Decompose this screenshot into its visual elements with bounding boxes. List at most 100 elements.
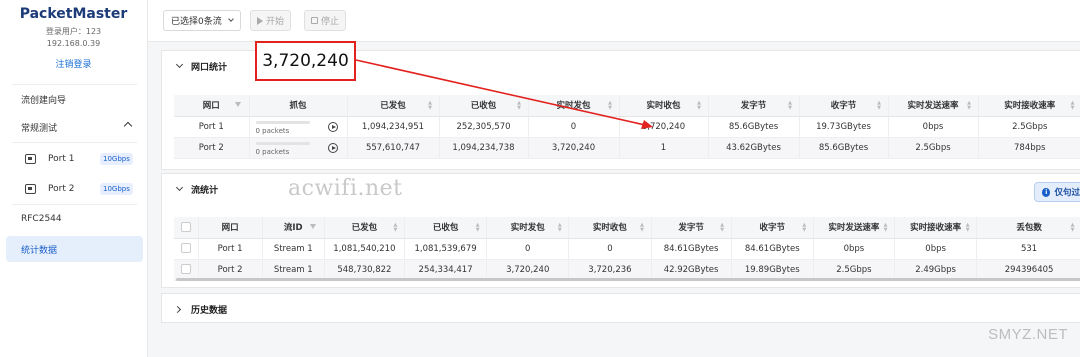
sort-icon[interactable]: ▲ ▼ [877, 101, 882, 111]
start-button[interactable]: 开始 [250, 10, 292, 31]
sort-icon[interactable]: ▲ ▼ [428, 101, 433, 111]
logout-link[interactable]: 注销登录 [0, 57, 147, 70]
col-header-rx-rate[interactable]: 实时接收速率 ▲ ▼ [977, 95, 1080, 117]
table-row[interactable]: Port 2 0 packets 557,610,747 1,094,234,7… [174, 137, 1080, 159]
sidebar-item-label: 流创建向导 [21, 95, 67, 106]
col-header-rt-recv[interactable]: 实时收包 ▲ ▼ [568, 217, 651, 239]
sort-icon[interactable]: ▲ ▼ [557, 223, 562, 233]
sort-icon[interactable]: ▲ ▼ [697, 101, 702, 111]
sort-icon[interactable]: ▲ ▼ [720, 223, 725, 233]
table-row[interactable]: Port 2 Stream 1 548,730,822 254,334,417 … [174, 259, 1080, 281]
sort-icon[interactable]: ▲ ▼ [475, 223, 480, 233]
col-header-received[interactable]: 已收包 ▲ ▼ [403, 217, 487, 239]
col-header-sent[interactable]: 已发包 ▲ ▼ [346, 95, 439, 117]
cell-tx-bytes: 42.92GBytes [650, 259, 732, 281]
sidebar-item-label: 统计数据 [21, 245, 58, 256]
col-header-rt-recv[interactable]: 实时收包 ▲ ▼ [618, 95, 708, 117]
speed-badge: 10Gbps [100, 183, 133, 195]
sort-icon[interactable]: ▲ ▼ [883, 223, 888, 233]
play-icon [257, 16, 263, 25]
cell-lost: 531 [976, 238, 1080, 260]
speed-badge: 10Gbps [100, 153, 133, 165]
cell-received: 1,081,539,679 [403, 238, 487, 260]
filter-icon[interactable] [309, 224, 316, 229]
play-capture-icon[interactable] [327, 142, 338, 153]
stop-button[interactable]: 停止 [304, 10, 347, 31]
cell-flow-id: Stream 1 [261, 238, 325, 260]
sort-icon[interactable]: ▲ ▼ [517, 101, 522, 111]
sort-icon[interactable]: ▲ ▼ [640, 223, 645, 233]
sort-icon[interactable]: ▲ ▼ [393, 223, 398, 233]
chevron-down-icon [175, 183, 184, 192]
col-header-rt-sent[interactable]: 实时发包 ▲ ▼ [527, 95, 619, 117]
horizontal-scrollbar[interactable] [176, 278, 1080, 281]
row-checkbox[interactable] [174, 259, 199, 281]
col-header-rx-bytes[interactable]: 收字节 ▲ ▼ [730, 217, 814, 239]
sort-icon[interactable]: ▲ ▼ [965, 223, 970, 233]
sidebar-item-rfc2544[interactable]: RFC2544 [0, 206, 148, 232]
app-root: PacketMaster 登录用户：123 192.168.0.39 注销登录 … [0, 0, 1080, 357]
cell-port: Port 2 [197, 259, 263, 281]
cell-capture: 0 packets [248, 137, 347, 159]
only-filter-button[interactable]: i 仅句过 [1034, 182, 1080, 202]
brand-logo: PacketMaster [19, 6, 128, 22]
sidebar-item-port-2[interactable]: Port 2 10Gbps [0, 176, 148, 202]
sort-icon[interactable]: ▲ ▼ [967, 101, 972, 111]
cell-sent: 1,081,540,210 [323, 238, 405, 260]
sort-icon[interactable]: ▲ ▼ [1070, 101, 1075, 111]
col-header-sent[interactable]: 已发包 ▲ ▼ [323, 217, 405, 239]
cell-tx-rate: 0bps [887, 116, 978, 138]
table-header-row: 网口 流ID 已发包 ▲ ▼ 已收包 ▲ ▼ 实时发包 ▲ ▼ 实时收包 ▲ ▼ 发字节 ▲ ▼ 收… [174, 217, 1080, 239]
sidebar-item-wizard[interactable]: 流创建向导 [0, 86, 148, 112]
cell-tx-rate: 2.5Gbps [812, 259, 895, 281]
history-panel: 历史数据 [161, 293, 1080, 323]
filter-icon[interactable] [234, 102, 241, 107]
cell-rx-rate: 2.49Gbps [894, 259, 977, 281]
col-header-tx-rate[interactable]: 实时发送速率 ▲ ▼ [812, 217, 895, 239]
dropdown-value: 已选择0条流 [171, 17, 222, 27]
cell-lost: 294396405 [976, 259, 1080, 281]
stop-icon [311, 17, 318, 24]
sort-icon[interactable]: ▲ ▼ [608, 101, 613, 111]
play-capture-icon[interactable] [327, 121, 338, 132]
only-filter-label: 仅句过 [1054, 188, 1080, 198]
start-label: 开始 [266, 17, 285, 27]
select-all-checkbox[interactable] [174, 217, 199, 239]
cell-received: 254,334,417 [403, 259, 487, 281]
col-header-port[interactable]: 网口 [174, 95, 249, 117]
sort-icon[interactable]: ▲ ▼ [802, 223, 807, 233]
sidebar-item-port-1[interactable]: Port 1 10Gbps [0, 146, 148, 172]
col-header-tx-bytes[interactable]: 发字节 ▲ ▼ [650, 217, 732, 239]
table-row[interactable]: Port 1 0 packets 1,094,234,951 252,305,5… [174, 116, 1080, 138]
cell-sent: 557,610,747 [346, 137, 439, 159]
col-header-rt-sent[interactable]: 实时发包 ▲ ▼ [486, 217, 569, 239]
cell-rt-recv: 0 [568, 238, 651, 260]
col-header-tx-bytes[interactable]: 发字节 ▲ ▼ [707, 95, 799, 117]
panel-title: 网口统计 [191, 63, 228, 73]
annotation-callout: 3,720,240 [255, 41, 356, 81]
device-ip: 192.168.0.39 [46, 39, 101, 48]
col-header-port[interactable]: 网口 [197, 217, 263, 239]
col-header-flow-id[interactable]: 流ID [261, 217, 325, 239]
cell-tx-rate: 0bps [812, 238, 895, 260]
cell-capture: 0 packets [248, 116, 347, 138]
col-header-tx-rate[interactable]: 实时发送速率 ▲ ▼ [887, 95, 978, 117]
cell-flow-id: Stream 1 [261, 259, 325, 281]
row-checkbox[interactable] [174, 238, 199, 260]
cell-port: Port 2 [174, 137, 249, 159]
sidebar-item-label: Port 2 [48, 184, 75, 194]
cell-sent: 1,094,234,951 [346, 116, 439, 138]
sidebar-item-general-test[interactable]: 常规测试 [0, 114, 148, 140]
table-row[interactable]: Port 1 Stream 1 1,081,540,210 1,081,539,… [174, 238, 1080, 260]
col-header-rx-bytes[interactable]: 收字节 ▲ ▼ [798, 95, 888, 117]
cell-rx-rate: 0bps [894, 238, 977, 260]
col-header-received[interactable]: 已收包 ▲ ▼ [438, 95, 528, 117]
col-header-lost[interactable]: 丢包数 ▲ ▼ [976, 217, 1080, 239]
sort-icon[interactable]: ▲ ▼ [788, 101, 793, 111]
col-header-capture[interactable]: 抓包 [248, 95, 347, 117]
flow-stats-table: 网口 流ID 已发包 ▲ ▼ 已收包 ▲ ▼ 实时发包 ▲ ▼ 实时收包 ▲ ▼ 发字节 ▲ ▼ 收… [174, 217, 1080, 281]
flow-selection-dropdown[interactable]: 已选择0条流 [163, 10, 241, 31]
sidebar-item-statistics[interactable]: 统计数据 [6, 236, 143, 262]
sort-icon[interactable]: ▲ ▼ [1070, 223, 1075, 233]
col-header-rx-rate[interactable]: 实时接收速率 ▲ ▼ [894, 217, 977, 239]
